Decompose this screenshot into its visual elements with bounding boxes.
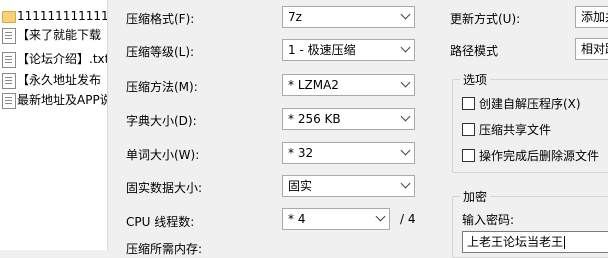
format-value: 7z	[288, 10, 302, 24]
update-mode-select[interactable]: 添加并	[575, 6, 608, 28]
word-select[interactable]: * 32	[282, 142, 415, 164]
text-caret	[564, 236, 566, 249]
solid-select[interactable]: 固实	[282, 175, 415, 197]
level-value: 1 - 极速压缩	[288, 43, 356, 57]
file-name: 111111111111	[17, 9, 108, 23]
word-label: 单词大小(W):	[126, 148, 200, 162]
method-select[interactable]: * LZMA2	[282, 74, 415, 96]
file-name: 【来了就能下载	[17, 28, 102, 42]
chevron-down-icon	[400, 77, 411, 88]
file-name: 最新地址及APP说	[17, 93, 108, 107]
password-label: 输入密码:	[462, 213, 515, 227]
threads-select[interactable]: * 4	[282, 208, 390, 230]
dict-label: 字典大小(D):	[126, 114, 197, 128]
checkbox-box[interactable]	[462, 123, 475, 136]
text-file-icon	[2, 93, 16, 109]
file-list-panel: 111111111111 【来了就能下载 【论坛介绍】.txt 【永久地址发布 …	[0, 0, 108, 250]
word-value: * 32	[288, 146, 314, 160]
text-file-icon	[2, 73, 16, 89]
solid-value: 固实	[288, 179, 313, 193]
chevron-down-icon	[375, 211, 386, 222]
text-file-icon	[2, 28, 16, 44]
path-mode-label: 路径模式	[450, 44, 499, 58]
chevron-down-icon	[400, 42, 411, 53]
sfx-label: 创建自解压程序(X)	[479, 97, 581, 111]
solid-label: 固实数据大小:	[126, 181, 203, 195]
update-mode-label: 更新方式(U):	[450, 12, 521, 26]
chevron-down-icon	[400, 111, 411, 122]
format-select[interactable]: 7z	[282, 6, 415, 28]
dict-value: * 256 KB	[288, 112, 341, 126]
chevron-down-icon	[400, 178, 411, 189]
method-value: * LZMA2	[288, 78, 339, 92]
checkbox-box[interactable]	[462, 97, 475, 110]
chevron-down-icon	[400, 145, 411, 156]
level-label: 压缩等级(L):	[126, 45, 195, 59]
checkbox-box[interactable]	[462, 149, 475, 162]
dict-select[interactable]: * 256 KB	[282, 108, 415, 130]
encryption-title: 加密	[460, 188, 491, 205]
password-value: 上老王论坛当老王	[467, 235, 564, 249]
memory-label: 压缩所需内存:	[126, 242, 203, 256]
file-name: 【论坛介绍】.txt	[17, 52, 108, 66]
chevron-down-icon	[400, 9, 411, 20]
method-label: 压缩方法(M):	[126, 80, 198, 94]
threads-label: CPU 线程数:	[126, 215, 195, 229]
delete-after-label: 操作完成后删除源文件	[479, 149, 600, 163]
format-label: 压缩格式(F):	[126, 12, 195, 26]
shared-files-label: 压缩共享文件	[479, 123, 552, 137]
threads-max: / 4	[400, 212, 416, 226]
options-title: 选项	[460, 71, 491, 88]
file-name: 【永久地址发布	[17, 73, 102, 87]
level-select[interactable]: 1 - 极速压缩	[282, 39, 415, 61]
text-file-icon	[2, 52, 16, 68]
threads-value: * 4	[288, 212, 306, 226]
path-mode-select[interactable]: 相对路	[575, 38, 608, 60]
folder-icon	[2, 11, 16, 23]
